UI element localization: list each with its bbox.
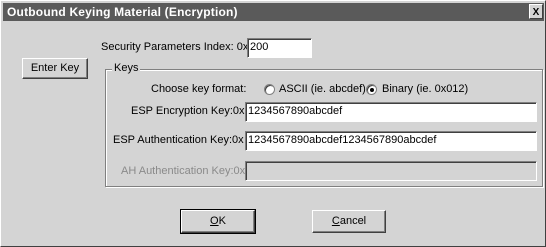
keys-group-legend: Keys: [112, 62, 141, 74]
enter-key-button[interactable]: Enter Key: [22, 58, 88, 79]
ah-authentication-label: AH Authentication Key:0x: [121, 165, 246, 177]
ascii-radio-label[interactable]: ASCII (ie. abcdef): [279, 83, 366, 95]
window-title: Outbound Keying Material (Encryption): [7, 5, 238, 19]
spi-input[interactable]: 200: [247, 38, 312, 58]
spi-label: Security Parameters Index: 0x: [101, 41, 249, 53]
esp-authentication-label: ESP Authentication Key:0x: [113, 134, 244, 146]
ok-button-mnemonic: O: [210, 215, 219, 227]
radio-selected-dot: [370, 88, 374, 92]
esp-encryption-label: ESP Encryption Key:0x: [131, 105, 245, 117]
ok-button[interactable]: OK: [180, 209, 256, 234]
close-button[interactable]: X: [529, 4, 543, 19]
title-bar[interactable]: Outbound Keying Material (Encryption) X: [3, 3, 544, 21]
ok-button-label-rest: K: [218, 215, 226, 227]
dialog-window: Outbound Keying Material (Encryption) X …: [0, 0, 546, 247]
binary-radio-label[interactable]: Binary (ie. 0x012): [382, 83, 468, 95]
binary-radio[interactable]: [366, 84, 377, 95]
esp-encryption-input[interactable]: 1234567890abcdef: [245, 102, 537, 122]
esp-authentication-input[interactable]: 1234567890abcdef1234567890abcdef: [245, 131, 537, 151]
ah-authentication-input: [245, 161, 537, 181]
cancel-button-label-rest: ancel: [339, 215, 367, 227]
ascii-radio[interactable]: [264, 84, 275, 95]
cancel-button-mnemonic: C: [331, 215, 340, 227]
key-format-label: Choose key format:: [151, 83, 247, 95]
close-icon: X: [532, 7, 540, 18]
cancel-button[interactable]: Cancel: [312, 210, 386, 233]
